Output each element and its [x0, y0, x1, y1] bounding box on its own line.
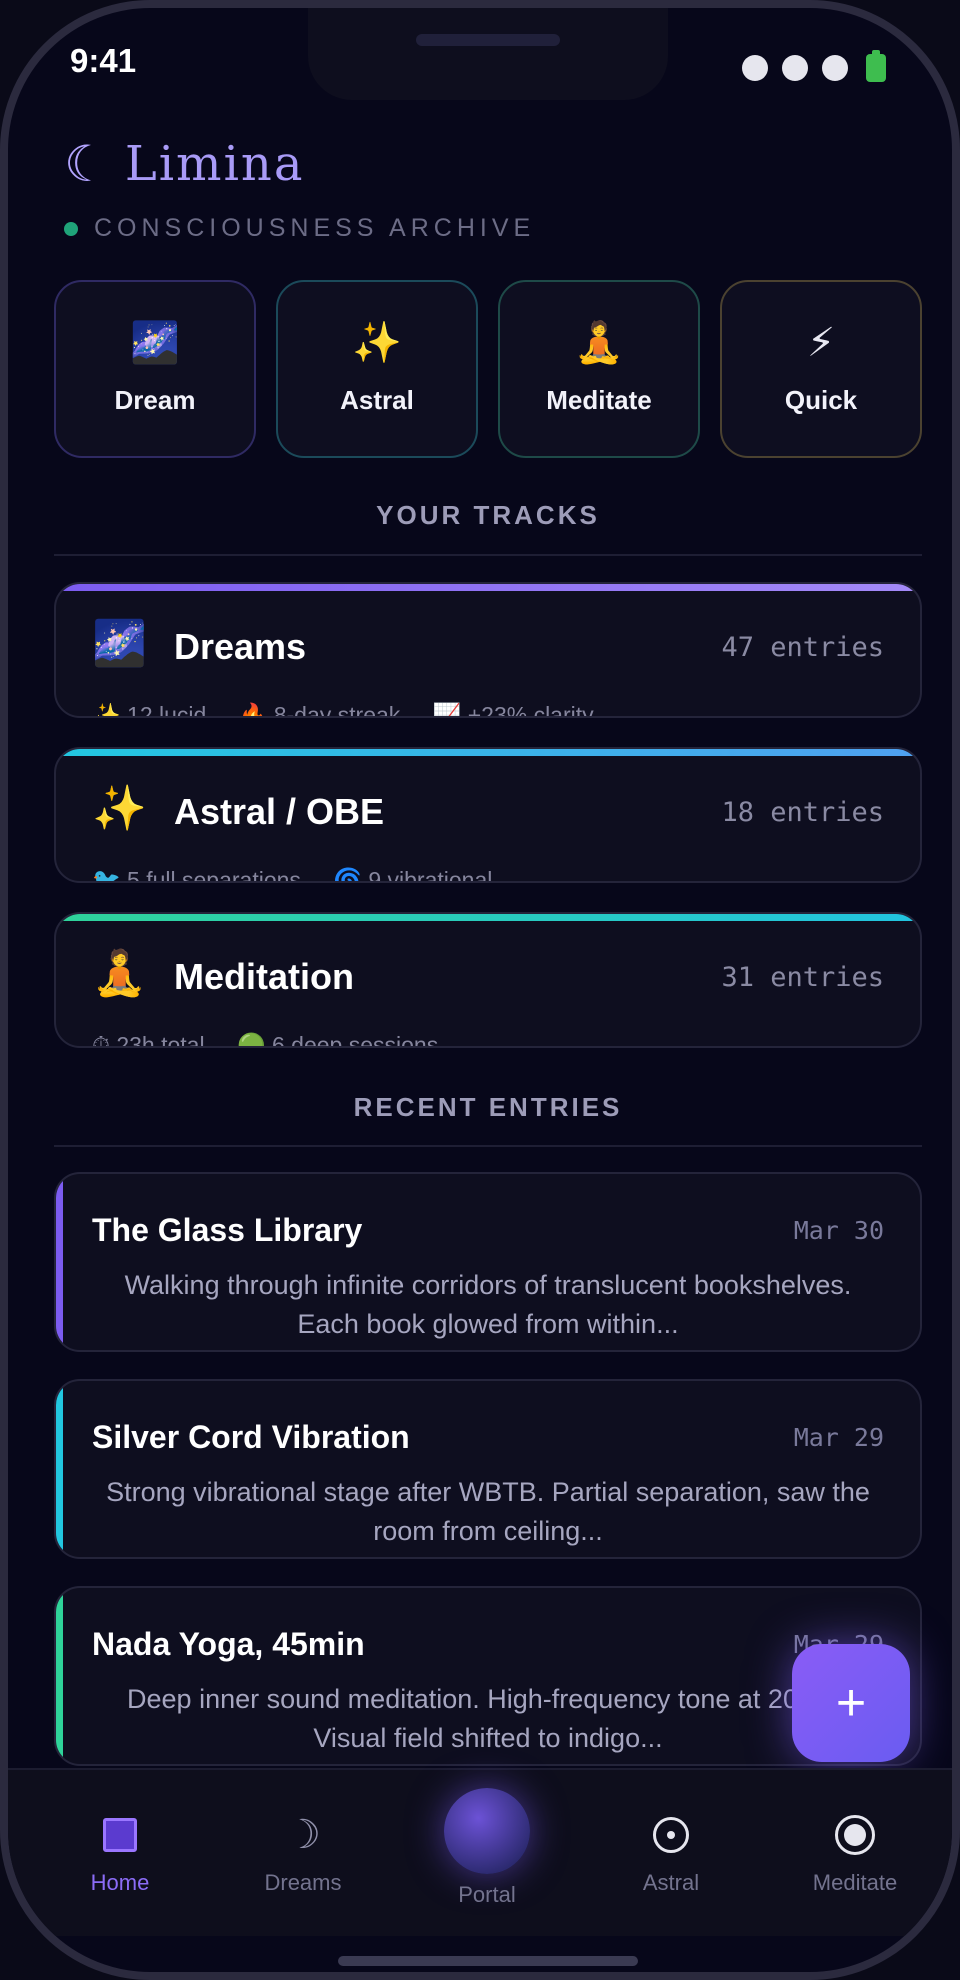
battery-icon	[866, 50, 886, 82]
track-stats: ✨ 12 lucid 🔥 8-day streak 📈 +23% clarity	[92, 702, 620, 718]
entry-excerpt: Deep inner sound meditation. High-freque…	[127, 1684, 849, 1753]
meditating-person-icon: 🧘	[92, 949, 147, 998]
quick-label: Astral	[340, 384, 414, 415]
track-count: 18 entries	[721, 797, 884, 828]
home-indicator[interactable]	[338, 1956, 638, 1966]
track-card-astral[interactable]: ✨ Astral / OBE 18 entries 🐦 5 full separ…	[54, 747, 922, 883]
lightning-icon: ⚡	[806, 320, 836, 365]
track-title: Dreams	[174, 626, 307, 667]
track-stat: 🌀 9 vibrational	[333, 867, 493, 883]
quick-actions: 🌌 Dream ✨ Astral 🧘 Meditate ⚡ Quick	[54, 280, 922, 458]
track-stat: 🔥 8-day streak	[238, 702, 401, 718]
track-accent	[56, 749, 920, 756]
signal-dot-icon	[822, 55, 848, 81]
entry-date: Mar 29	[793, 1423, 884, 1452]
entry-title: The Glass Library	[92, 1212, 363, 1248]
meditation-circle-icon	[780, 1810, 930, 1860]
tab-dreams[interactable]: ☽ Dreams	[228, 1770, 378, 1896]
entry-title: Nada Yoga, 45min	[92, 1626, 365, 1662]
tab-astral[interactable]: Astral	[596, 1770, 746, 1896]
track-title: Meditation	[174, 956, 354, 997]
tab-home[interactable]: Home	[45, 1770, 195, 1896]
phone-frame: 9:41 ☾ Limina CONSCIOUSNESS ARCHIVE 🌌 Dr…	[0, 0, 960, 1980]
track-stats: ⏱ 23h total 🟢 6 deep sessions	[92, 1032, 464, 1048]
track-count: 31 entries	[721, 962, 884, 993]
tab-label: Meditate	[812, 1870, 898, 1895]
sparkles-icon: ✨	[92, 784, 147, 833]
entry-accent	[56, 1174, 63, 1350]
app-title: Limina	[124, 136, 305, 192]
crescent-moon-icon: ☾	[64, 136, 109, 192]
track-card-dreams[interactable]: 🌌 Dreams 47 entries ✨ 12 lucid 🔥 8-day s…	[54, 582, 922, 718]
divider	[54, 1145, 922, 1147]
entry-card[interactable]: The Glass Library Mar 30 Walking through…	[54, 1172, 922, 1352]
orbit-dot-icon	[596, 1810, 746, 1860]
entry-accent	[56, 1588, 63, 1764]
entry-card[interactable]: Silver Cord Vibration Mar 29 Strong vibr…	[54, 1379, 922, 1559]
quick-quick-button[interactable]: ⚡ Quick	[720, 280, 922, 458]
tracks-heading: YOUR TRACKS	[376, 500, 600, 530]
track-stat: ✨ 12 lucid	[92, 702, 207, 718]
status-time: 9:41	[70, 42, 137, 79]
entry-excerpt: Strong vibrational stage after WBTB. Par…	[106, 1477, 870, 1546]
subtitle-text: CONSCIOUSNESS ARCHIVE	[94, 214, 536, 242]
signal-dot-icon	[742, 55, 768, 81]
track-stat: 📈 +23% clarity	[432, 702, 594, 718]
entry-accent	[56, 1381, 63, 1557]
quick-meditate-button[interactable]: 🧘 Meditate	[498, 280, 700, 458]
quick-label: Dream	[114, 384, 196, 415]
track-accent	[56, 584, 920, 591]
meditating-person-icon: 🧘	[574, 320, 624, 365]
tab-label: Dreams	[264, 1870, 342, 1895]
tab-label: Home	[90, 1870, 150, 1895]
status-icons	[742, 50, 886, 82]
track-count: 47 entries	[721, 632, 884, 663]
track-stats: 🐦 5 full separations 🌀 9 vibrational	[92, 867, 518, 883]
track-card-meditation[interactable]: 🧘 Meditation 31 entries ⏱ 23h total 🟢 6 …	[54, 912, 922, 1048]
home-icon	[45, 1810, 195, 1860]
bottom-tab-bar: Home ☽ Dreams Portal Astral Meditate	[8, 1768, 952, 1936]
entry-date: Mar 30	[793, 1216, 884, 1245]
quick-label: Quick	[784, 384, 858, 415]
signal-dot-icon	[782, 55, 808, 81]
milky-way-icon: 🌌	[92, 619, 147, 668]
track-title: Astral / OBE	[174, 791, 385, 832]
sparkles-icon: ✨	[352, 320, 402, 365]
divider	[54, 554, 922, 556]
quick-label: Meditate	[546, 384, 652, 415]
portal-orb-icon	[444, 1788, 530, 1874]
track-stat: ⏱ 23h total	[92, 1032, 205, 1048]
recent-heading: RECENT ENTRIES	[353, 1092, 623, 1122]
quick-dream-button[interactable]: 🌌 Dream	[54, 280, 256, 458]
quick-astral-button[interactable]: ✨ Astral	[276, 280, 478, 458]
track-stat: 🟢 6 deep sessions	[236, 1032, 439, 1048]
milky-way-icon: 🌌	[130, 320, 180, 365]
brand-header: ☾ Limina	[64, 136, 304, 192]
new-entry-button[interactable]: +	[792, 1644, 910, 1762]
device-notch	[308, 8, 668, 100]
crescent-moon-icon: ☽	[285, 1813, 321, 1857]
status-dot	[64, 221, 78, 236]
tab-label: Astral	[642, 1870, 700, 1895]
track-stat: 🐦 5 full separations	[92, 867, 301, 883]
speaker-grille	[416, 34, 560, 46]
tab-portal[interactable]: Portal	[412, 1770, 562, 1908]
app-subtitle: CONSCIOUSNESS ARCHIVE	[64, 214, 535, 243]
track-accent	[56, 914, 920, 921]
entry-excerpt: Walking through infinite corridors of tr…	[124, 1270, 852, 1339]
entry-title: Silver Cord Vibration	[92, 1419, 410, 1455]
tab-meditate[interactable]: Meditate	[780, 1770, 930, 1896]
tab-label: Portal	[458, 1882, 516, 1907]
